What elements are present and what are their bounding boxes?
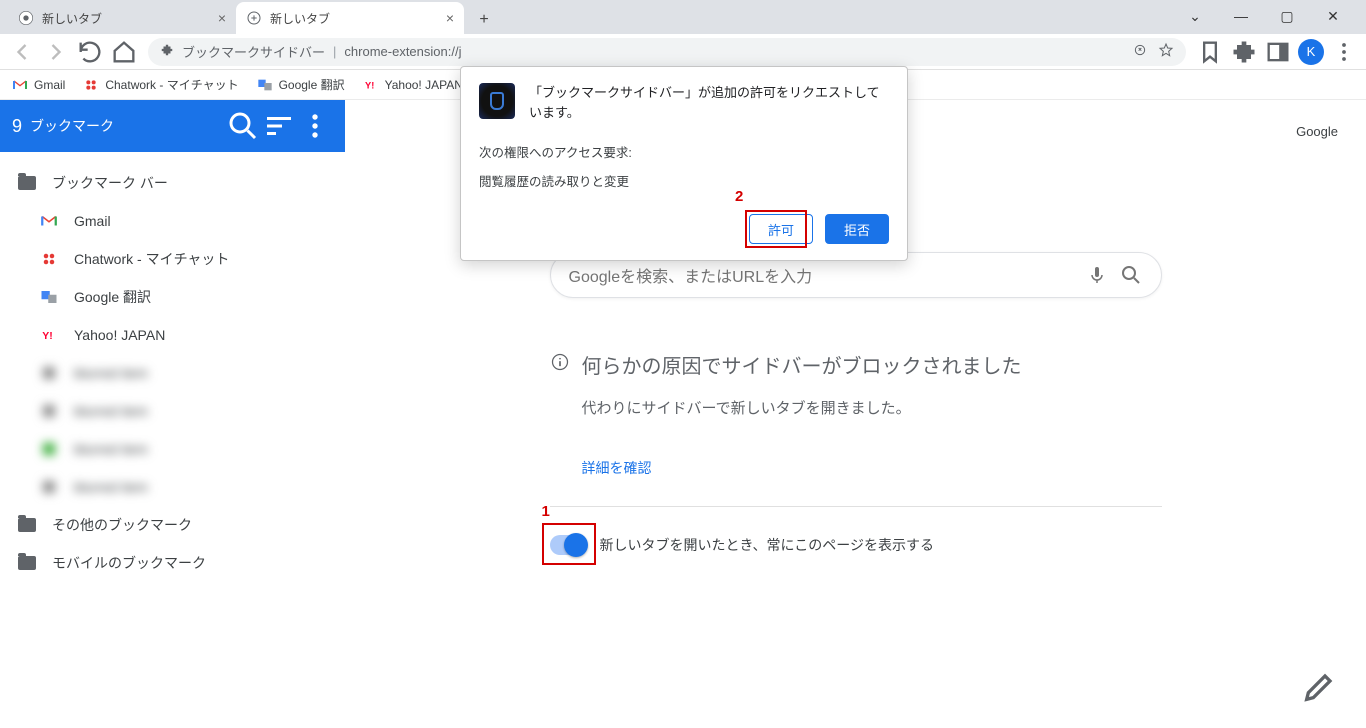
blocked-subtitle: 代わりにサイドバーで新しいタブを開きました。 [582, 397, 1162, 418]
svg-text:Y!: Y! [42, 330, 53, 342]
profile-avatar[interactable]: K [1298, 39, 1324, 65]
sidebar-item-blurred[interactable]: blurred item [0, 354, 345, 392]
newtab-icon [246, 10, 262, 26]
extension-app-icon [479, 83, 515, 119]
translate-icon [40, 288, 58, 306]
always-show-toggle[interactable] [550, 535, 586, 555]
search-icon[interactable] [225, 108, 261, 144]
chatwork-icon [83, 77, 99, 93]
search-placeholder: Googleを検索、またはURLを入力 [569, 263, 1075, 287]
home-button[interactable] [110, 38, 138, 66]
sidebar-folder[interactable]: モバイルのブックマーク [0, 544, 345, 582]
chatwork-icon [40, 250, 58, 268]
yahoo-icon: Y! [363, 77, 379, 93]
maximize-button[interactable]: ▢ [1270, 8, 1304, 25]
svg-text:Y!: Y! [365, 80, 374, 90]
divider [550, 506, 1162, 507]
dropdown-icon[interactable]: ⌄ [1178, 8, 1212, 25]
folder-icon [18, 174, 36, 192]
bookmark-icon[interactable] [1196, 38, 1224, 66]
sidebar-header: 9 ブックマーク [0, 100, 345, 152]
omnibox-separator: | [333, 44, 336, 59]
chrome-icon [18, 10, 34, 26]
sidebar-list: ブックマーク バー Gmail Chatwork - マイチャット Google… [0, 152, 345, 728]
close-window-button[interactable]: ✕ [1316, 8, 1350, 25]
sidebar-item-translate[interactable]: Google 翻訳 [0, 278, 345, 316]
google-link[interactable]: Google [1296, 124, 1338, 139]
sidebar-folder[interactable]: その他のブックマーク [0, 506, 345, 544]
new-tab-button[interactable]: + [470, 6, 498, 34]
tab-title: 新しいタブ [42, 10, 218, 27]
sidebar-item-gmail[interactable]: Gmail [0, 202, 345, 240]
bookmark-label: Gmail [34, 78, 65, 92]
forward-button[interactable] [42, 38, 70, 66]
annotation-box-2 [745, 210, 807, 248]
toolbar: ブックマークサイドバー | chrome-extension://j K [0, 34, 1366, 70]
generic-icon [40, 440, 58, 458]
sidebar-title: ブックマーク [30, 116, 225, 136]
bookmark-sidebar: 9 ブックマーク ブックマーク バー Gmail Chatwork - マイチャ… [0, 100, 345, 728]
blocked-message: 何らかの原因でサイドバーがブロックされました 代わりにサイドバーで新しいタブを開… [550, 350, 1162, 555]
translate-icon [257, 77, 273, 93]
folder-icon [18, 554, 36, 572]
annotation-label-2: 2 [735, 188, 743, 205]
dialog-permission-item: 閲覧履歴の読み取りと変更 [479, 171, 889, 190]
annotation-label-1: 1 [542, 503, 550, 520]
permission-dialog: 「ブックマークサイドバー」が追加の許可をリクエストしています。 次の権限へのアク… [460, 66, 908, 261]
gmail-icon [40, 212, 58, 230]
edit-button[interactable] [1300, 666, 1340, 706]
bookmark-count: 9 [12, 116, 22, 137]
omnibox-extension-name: ブックマークサイドバー [182, 42, 325, 61]
bookmark-label: Chatwork - マイチャット [105, 76, 238, 93]
gmail-icon [12, 77, 28, 93]
extensions-icon[interactable] [1230, 38, 1258, 66]
sidebar-folder[interactable]: ブックマーク バー [0, 164, 345, 202]
blocked-title: 何らかの原因でサイドバーがブロックされました [582, 350, 1022, 379]
omnibox-url: chrome-extension://j [344, 44, 461, 59]
sidebar-item-yahoo[interactable]: Y!Yahoo! JAPAN [0, 316, 345, 354]
generic-icon [40, 402, 58, 420]
bookmark-item-chatwork[interactable]: Chatwork - マイチャット [83, 76, 238, 93]
sidebar-item-blurred[interactable]: blurred item [0, 430, 345, 468]
star-icon[interactable] [1158, 42, 1174, 61]
minimize-button[interactable]: — [1224, 8, 1258, 24]
window-controls: ⌄ — ▢ ✕ [1162, 0, 1366, 32]
bookmark-label: Yahoo! JAPAN [385, 78, 463, 92]
address-bar[interactable]: ブックマークサイドバー | chrome-extension://j [148, 38, 1186, 66]
tab-title: 新しいタブ [270, 10, 446, 27]
bookmark-item-gmail[interactable]: Gmail [12, 77, 65, 93]
bookmark-label: Google 翻訳 [279, 76, 345, 93]
sidebar-item-blurred[interactable]: blurred item [0, 468, 345, 506]
sidebar-item-chatwork[interactable]: Chatwork - マイチャット [0, 240, 345, 278]
close-icon[interactable]: × [446, 10, 454, 26]
dialog-title: 「ブックマークサイドバー」が追加の許可をリクエストしています。 [529, 83, 889, 122]
browser-tab[interactable]: 新しいタブ × [236, 2, 464, 34]
details-link[interactable]: 詳細を確認 [582, 458, 1162, 478]
kebab-menu-icon[interactable] [1330, 38, 1358, 66]
deny-button[interactable]: 拒否 [825, 214, 889, 244]
close-icon[interactable]: × [218, 10, 226, 26]
bookmark-item-translate[interactable]: Google 翻訳 [257, 76, 345, 93]
dialog-body-label: 次の権限へのアクセス要求: [479, 142, 889, 161]
mic-icon[interactable] [1085, 263, 1109, 287]
search-icon[interactable] [1119, 263, 1143, 287]
share-icon[interactable] [1132, 42, 1148, 61]
generic-icon [40, 364, 58, 382]
yahoo-icon: Y! [40, 326, 58, 344]
sort-icon[interactable] [261, 108, 297, 144]
folder-icon [18, 516, 36, 534]
browser-tab[interactable]: 新しいタブ × [8, 2, 236, 34]
extension-icon [160, 43, 174, 60]
back-button[interactable] [8, 38, 36, 66]
reload-button[interactable] [76, 38, 104, 66]
info-icon [550, 352, 570, 378]
generic-icon [40, 478, 58, 496]
sidepanel-icon[interactable] [1264, 38, 1292, 66]
sidebar-item-blurred[interactable]: blurred item [0, 392, 345, 430]
toggle-label: 新しいタブを開いたとき、常にこのページを表示する [600, 535, 934, 555]
kebab-menu-icon[interactable] [297, 108, 333, 144]
bookmark-item-yahoo[interactable]: Y! Yahoo! JAPAN [363, 77, 463, 93]
